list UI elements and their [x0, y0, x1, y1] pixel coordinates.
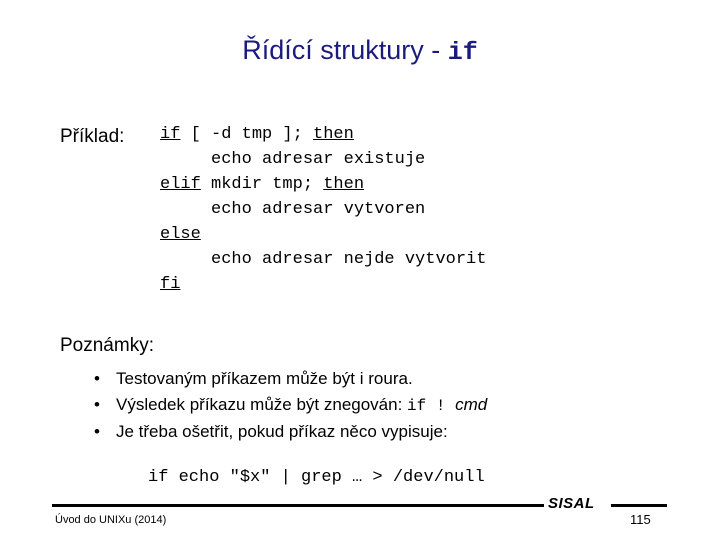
- bullet-icon: •: [94, 422, 100, 441]
- code-line: if [ -d tmp ]; then: [160, 122, 486, 147]
- footer-course-note: Úvod do UNIXu (2014): [55, 514, 167, 526]
- code-text: echo adresar vytvoren: [160, 200, 426, 219]
- page-title-text: Řídící struktury -: [242, 35, 448, 65]
- list-item-label: Testovaným příkazem může být i roura.: [116, 369, 413, 388]
- code-keyword: then: [323, 175, 365, 194]
- notes-label: Poznámky:: [60, 335, 154, 356]
- list-item-label: Výsledek příkazu může být znegován:: [116, 395, 408, 414]
- slide-root: Řídící struktury - if Příklad: if [ -d t…: [0, 0, 720, 540]
- notes-code-example: if echo "$x" | grep … > /dev/null: [148, 468, 485, 487]
- code-line: echo adresar existuje: [160, 147, 486, 172]
- code-line: echo adresar vytvoren: [160, 197, 486, 222]
- inline-code: if !: [407, 397, 456, 415]
- footer-page-number: 115: [630, 512, 651, 527]
- code-keyword: if: [160, 125, 181, 144]
- code-line: elif mkdir tmp; then: [160, 172, 486, 197]
- code-text: [ -d tmp ];: [180, 125, 314, 144]
- list-item: • Výsledek příkazu může být znegován: if …: [88, 392, 688, 419]
- code-line: fi: [160, 272, 486, 297]
- bullet-icon: •: [94, 395, 100, 414]
- code-text: echo adresar existuje: [160, 150, 426, 169]
- code-keyword: fi: [160, 275, 181, 294]
- code-line: else: [160, 222, 486, 247]
- code-text: echo adresar nejde vytvorit: [160, 250, 487, 269]
- list-item: • Testovaným příkazem může být i roura.: [88, 366, 688, 392]
- footer-divider-left: [52, 504, 544, 507]
- code-keyword: elif: [160, 175, 201, 194]
- example-code-block: if [ -d tmp ]; then echo adresar existuj…: [160, 122, 486, 297]
- list-item: • Je třeba ošetřit, pokud příkaz něco vyp…: [88, 419, 688, 445]
- list-item-label: Je třeba ošetřit, pokud příkaz něco vypi…: [116, 422, 448, 441]
- example-label: Příklad:: [60, 126, 125, 147]
- bullet-icon: •: [94, 369, 100, 388]
- page-title: Řídící struktury - if: [0, 34, 720, 69]
- footer-brand: SISAL: [548, 495, 595, 512]
- footer-divider-right: [611, 504, 667, 507]
- inline-emphasis: cmd: [455, 395, 488, 414]
- code-line: echo adresar nejde vytvorit: [160, 247, 486, 272]
- code-keyword: then: [313, 125, 354, 144]
- code-keyword: else: [160, 225, 201, 244]
- code-text: mkdir tmp;: [200, 175, 324, 194]
- notes-list: • Testovaným příkazem může být i roura. • V…: [88, 366, 688, 445]
- page-title-keyword: if: [447, 38, 478, 67]
